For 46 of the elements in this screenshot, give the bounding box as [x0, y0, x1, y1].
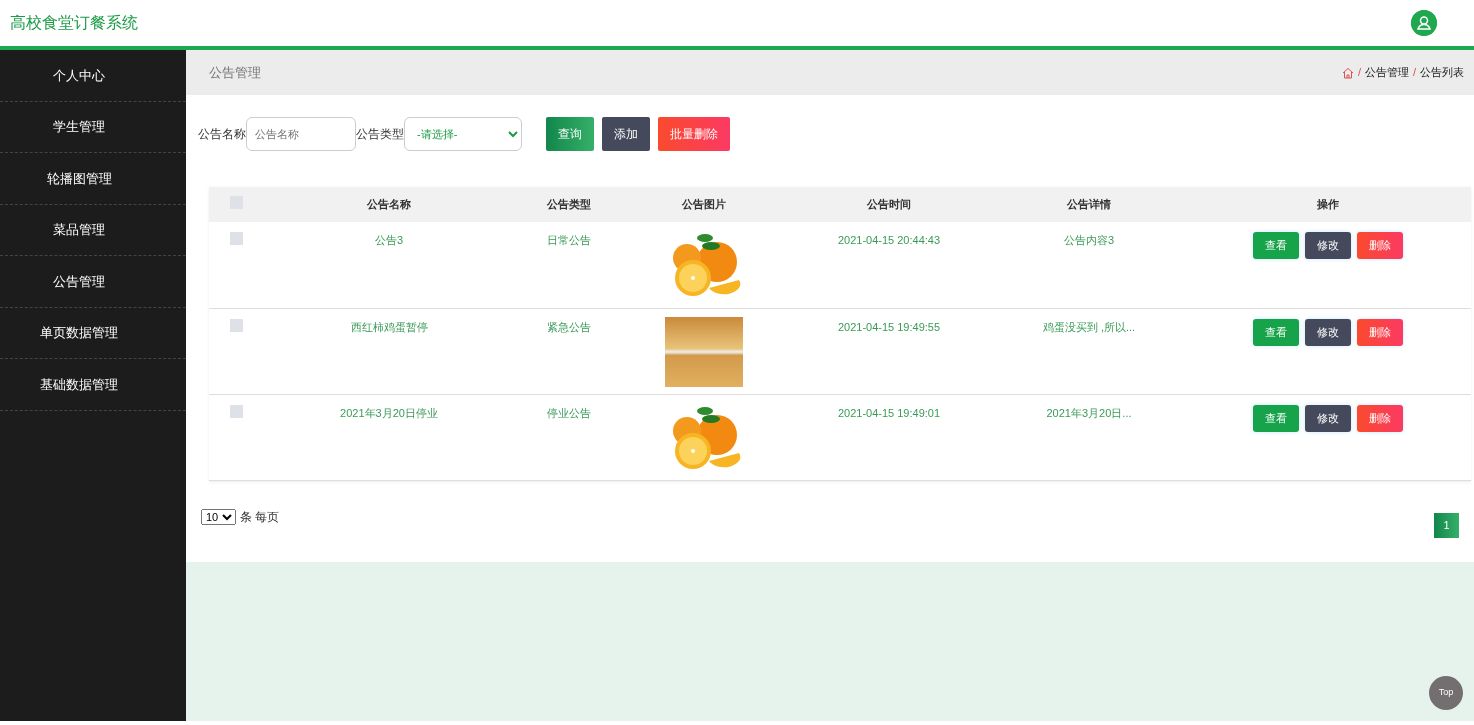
table-cell: 2021-04-15 19:49:55: [837, 320, 941, 333]
column-header: 公告名称: [367, 198, 411, 211]
app-title: 高校食堂订餐系统: [10, 13, 138, 33]
column-header: 操作: [1316, 198, 1339, 211]
row-checkbox[interactable]: [230, 232, 243, 245]
notice-type-dropdown[interactable]: -请选择-: [404, 117, 522, 151]
page-size-dropdown[interactable]: 10: [201, 509, 236, 525]
column-header: 公告详情: [1067, 198, 1111, 211]
field-label: 公告名称: [198, 126, 246, 143]
delete-button[interactable]: 删除: [1356, 318, 1403, 346]
edit-button[interactable]: 修改: [1304, 232, 1351, 259]
row-checkbox[interactable]: [230, 404, 243, 418]
column-header: 公告类型: [547, 198, 591, 211]
table-cell: 紧急公告: [547, 320, 591, 333]
column-header: 公告时间: [867, 198, 911, 211]
home-icon[interactable]: [1341, 66, 1354, 79]
breadcrumb-separator: /: [1412, 65, 1416, 81]
table-cell: 日常公告: [547, 234, 591, 246]
back-to-top-button[interactable]: Top: [1429, 676, 1463, 710]
edit-button[interactable]: 修改: [1304, 404, 1351, 432]
edit-button[interactable]: 修改: [1304, 318, 1351, 346]
table-cell: 2021-04-15 19:49:01: [837, 406, 941, 419]
batch-delete-button[interactable]: 批量删除: [658, 117, 730, 151]
delete-button[interactable]: 删除: [1356, 404, 1403, 432]
table-cell: 西红柿鸡蛋暂停: [350, 320, 428, 333]
page-button[interactable]: 1: [1434, 512, 1459, 538]
table-cell: 鸡蛋没买到 ,所以...: [1042, 320, 1136, 333]
table-cell: 2021年3月20日停业: [340, 406, 438, 419]
table-cell: 2021年3月20日...: [1046, 406, 1132, 419]
breadcrumb-separator: /: [1357, 65, 1361, 81]
user-avatar-icon[interactable]: [1411, 10, 1437, 36]
table-cell: 2021-04-15 20:44:43: [837, 234, 941, 246]
row-checkbox[interactable]: [230, 318, 243, 332]
page-size-label: 条 每页: [240, 509, 280, 526]
table-cell: 停业公告: [547, 406, 591, 419]
query-button[interactable]: 查询: [546, 117, 594, 151]
notice-name-field[interactable]: 公告名称: [246, 117, 356, 151]
breadcrumb-current: 公告列表: [1420, 65, 1464, 81]
column-header: 公告图片: [682, 198, 726, 211]
breadcrumb-link[interactable]: 公告管理: [1364, 64, 1409, 81]
delete-button[interactable]: 删除: [1356, 232, 1403, 259]
add-button[interactable]: 添加: [602, 117, 650, 151]
table-cell: 公告内容3: [1063, 234, 1115, 246]
field-label: 公告类型: [356, 126, 404, 143]
table-cell: 公告3: [374, 234, 404, 246]
page-title: 公告管理: [209, 63, 261, 82]
